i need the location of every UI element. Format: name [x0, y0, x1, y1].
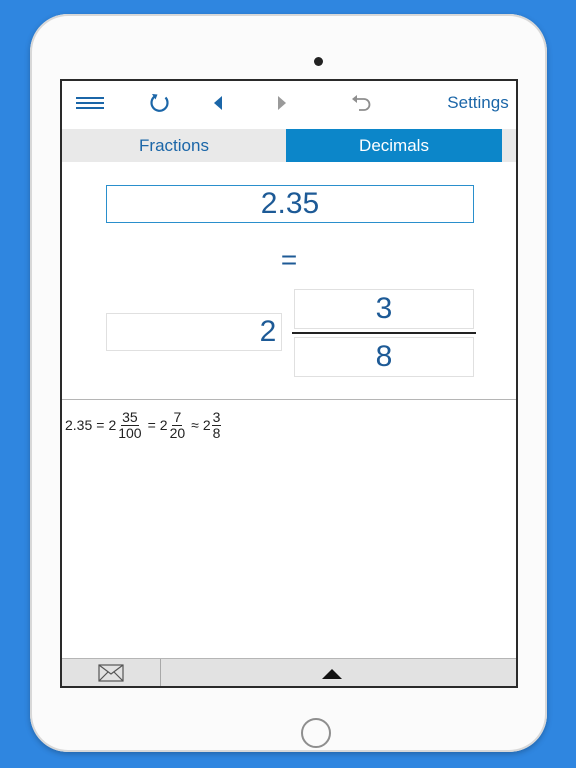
settings-button[interactable]: Settings — [442, 87, 514, 119]
tab-fractions[interactable]: Fractions — [62, 129, 286, 162]
app-screen: Settings Fractions Decimals 2.35 = 2 3 8… — [60, 79, 518, 688]
result-step3-whole: 2 — [202, 417, 211, 433]
result-decimal: 2.35 — [65, 417, 93, 433]
equals-sign: = — [280, 244, 298, 275]
bottom-bar — [62, 658, 516, 686]
denominator-field[interactable]: 8 — [294, 337, 474, 377]
envelope-icon — [98, 664, 124, 682]
result-approx: ≈ — [191, 417, 199, 433]
tab-decimals[interactable]: Decimals — [286, 129, 502, 162]
triangle-right-icon — [278, 96, 286, 110]
result-step3-denominator: 8 — [212, 424, 221, 441]
triangle-left-icon — [214, 96, 222, 110]
whole-number-value: 2 — [259, 315, 277, 348]
result-equals-1: = — [96, 417, 105, 433]
numerator-field[interactable]: 3 — [294, 289, 474, 329]
reset-button[interactable] — [146, 87, 174, 119]
result-step1-denominator: 100 — [118, 424, 142, 441]
front-camera — [314, 57, 323, 66]
fraction-bar — [292, 332, 476, 334]
tab-bar-filler — [502, 129, 516, 162]
menu-button[interactable] — [76, 87, 104, 119]
back-button[interactable] — [208, 87, 228, 119]
refresh-icon — [150, 94, 169, 112]
result-step2-whole: 2 — [159, 417, 168, 433]
decimal-input[interactable]: 2.35 — [106, 185, 474, 223]
toolbar: Settings — [62, 81, 516, 129]
section-divider — [62, 399, 516, 400]
forward-button[interactable] — [272, 87, 292, 119]
result-step1-numerator: 35 — [121, 408, 139, 426]
undo-button[interactable] — [348, 87, 374, 119]
result-step3-fraction: 3 8 — [211, 408, 222, 441]
home-button[interactable] — [301, 718, 331, 748]
result-step3-numerator: 3 — [211, 408, 222, 426]
result-step2-fraction: 7 20 — [169, 408, 187, 441]
triangle-up-icon — [322, 669, 342, 679]
result-step1-fraction: 35 100 — [117, 408, 142, 441]
result-equals-2: = — [147, 417, 156, 433]
expand-keyboard-button[interactable] — [317, 665, 347, 683]
email-button[interactable] — [62, 659, 161, 686]
result-expression: 2.35 = 2 35 100 = 2 7 20 ≈ 2 3 8 — [65, 405, 222, 445]
result-step2-numerator: 7 — [172, 408, 183, 426]
hamburger-icon — [76, 97, 104, 109]
undo-icon — [352, 95, 371, 111]
mode-tabs: Fractions Decimals — [62, 129, 516, 162]
result-step1-whole: 2 — [108, 417, 117, 433]
result-step2-denominator: 20 — [169, 424, 186, 441]
